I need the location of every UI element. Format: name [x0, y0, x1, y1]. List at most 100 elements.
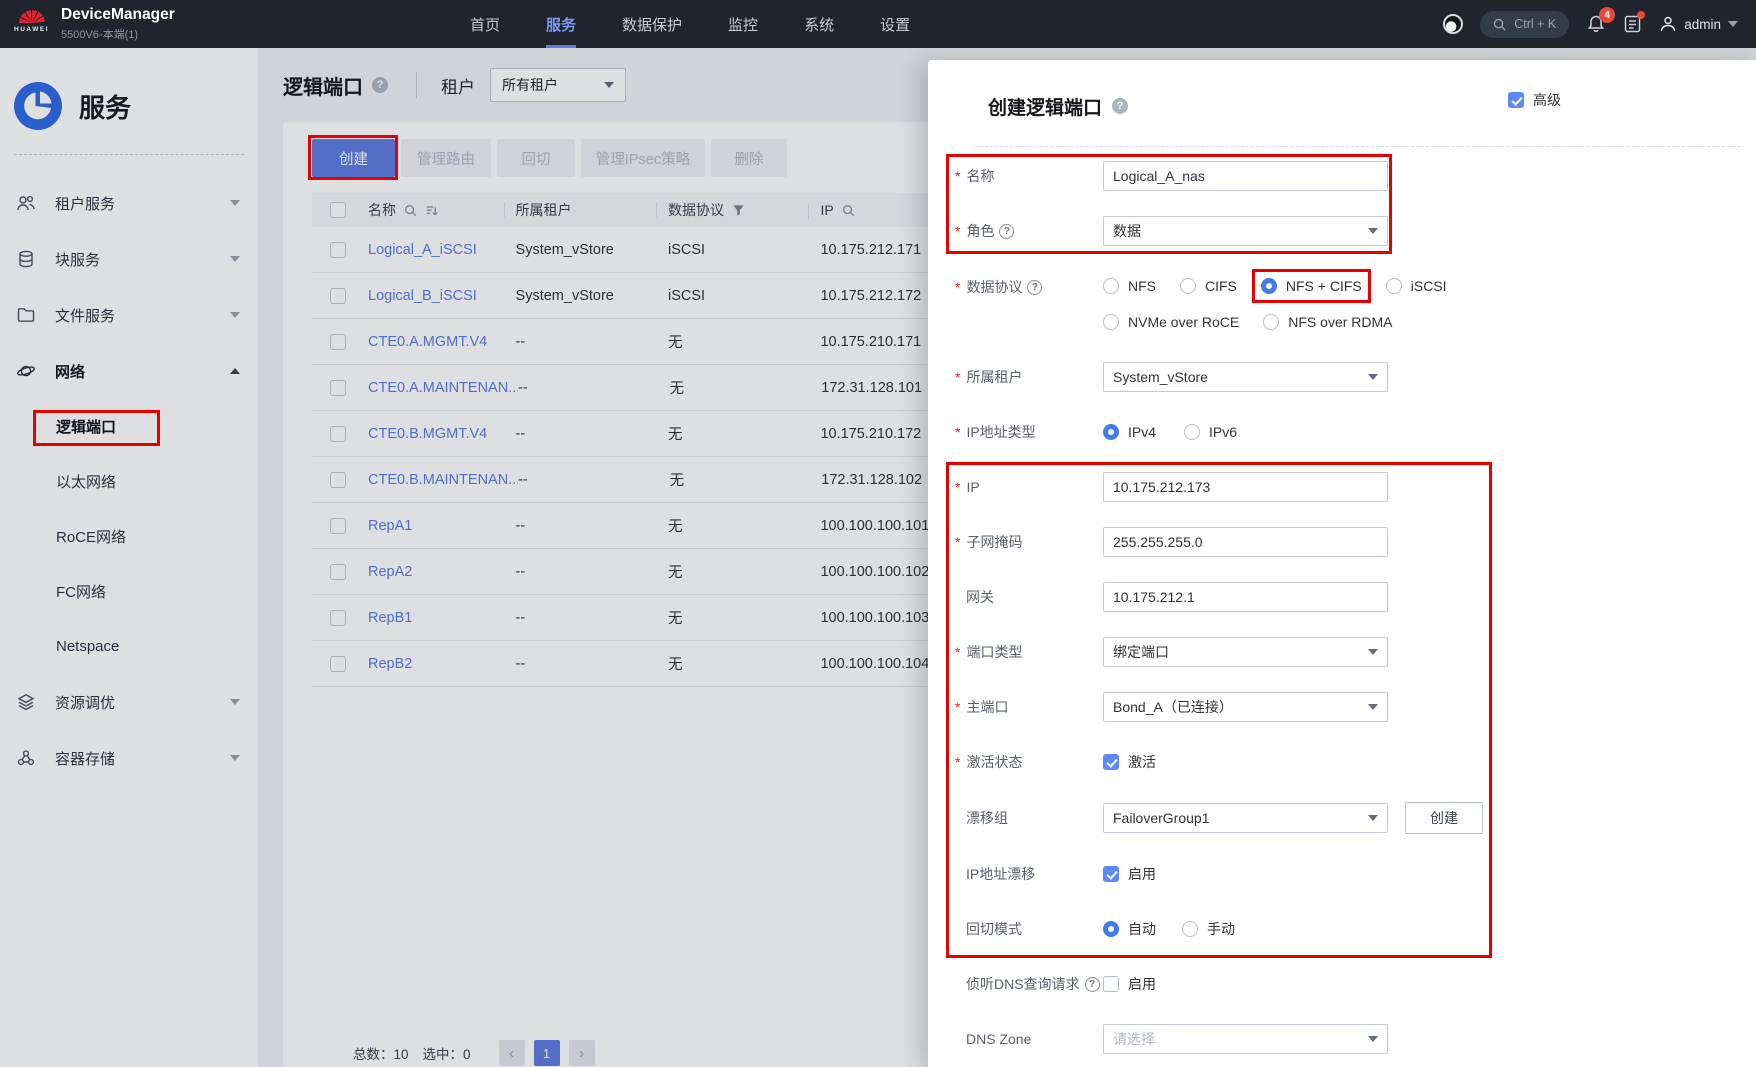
ip-failover-label: IP地址漂移	[966, 866, 1036, 882]
protocol-label: 数据协议	[966, 279, 1023, 295]
failover-group-label: 漂移组	[966, 810, 1008, 826]
home-port-select[interactable]: Bond_A（已连接）	[1103, 692, 1388, 722]
advanced-label: 高级	[1533, 92, 1561, 108]
field-ip: * IP	[955, 472, 1756, 502]
subnet-mask-label: 子网掩码	[966, 534, 1023, 550]
tenant-label: 所属租户	[966, 369, 1023, 385]
help-icon[interactable]: ?	[1027, 279, 1043, 295]
nav-data-protection[interactable]: 数据保护	[622, 0, 682, 48]
failback-radio-manual[interactable]: 手动	[1182, 919, 1235, 939]
app-title: DeviceManager	[61, 6, 175, 23]
nav-system[interactable]: 系统	[804, 0, 834, 48]
help-icon[interactable]: ?	[1084, 976, 1100, 992]
search-icon	[1493, 18, 1506, 31]
role-select[interactable]: 数据	[1103, 216, 1388, 246]
field-port-type: * 端口类型 绑定端口	[955, 637, 1756, 667]
dns-listen-option: 启用	[1103, 974, 1156, 994]
name-label: 名称	[966, 168, 995, 184]
gateway-input[interactable]	[1103, 582, 1388, 612]
chevron-down-icon	[1368, 374, 1378, 380]
create-logical-port-drawer: 创建逻辑端口 ? 高级 *名称 *角色? 数据 *数据协议?	[928, 60, 1756, 1067]
home-port-label: 主端口	[966, 699, 1009, 715]
failback-radio-auto[interactable]: 自动	[1103, 919, 1156, 939]
nav-services[interactable]: 服务	[546, 0, 577, 48]
device-manager-page: HUAWEI DeviceManager 5500V6-本端(1) 首页 服务 …	[0, 0, 1756, 1067]
search-shortcut: Ctrl + K	[1514, 17, 1557, 31]
field-failover-group: 漂移组 FailoverGroup1 创建	[955, 802, 1756, 834]
ip-label: IP	[966, 479, 980, 495]
nav-monitor[interactable]: 监控	[728, 0, 758, 48]
alarm-badge: 4	[1599, 7, 1616, 23]
create-failover-group-button[interactable]: 创建	[1405, 802, 1483, 834]
field-protocol: * 数据协议? NFS CIFS NFS + CIFS iSCSI NVMe ov…	[955, 269, 1447, 330]
huawei-logo-icon: HUAWEI	[14, 10, 49, 33]
ip-failover-checkbox[interactable]	[1103, 866, 1119, 882]
field-active-state: * 激活状态 激活	[955, 752, 1156, 772]
drawer-title: 创建逻辑端口 ?	[988, 93, 1129, 120]
port-type-label: 端口类型	[966, 644, 1023, 660]
chevron-down-icon	[1368, 1036, 1378, 1042]
active-state-option: 激活	[1103, 752, 1156, 772]
role-label: 角色	[966, 223, 995, 239]
advanced-checkbox[interactable]	[1508, 92, 1524, 108]
dns-zone-label: DNS Zone	[966, 1031, 1032, 1047]
ip-type-radio-ipv6[interactable]: IPv6	[1184, 424, 1237, 440]
dns-listen-checkbox[interactable]	[1103, 976, 1119, 992]
name-input[interactable]	[1103, 161, 1388, 191]
gateway-label: 网关	[966, 589, 994, 605]
top-nav: 首页 服务 数据保护 监控 系统 设置	[470, 0, 910, 48]
dns-listen-label: 侦听DNS查询请求	[966, 976, 1080, 992]
user-menu[interactable]: admin	[1659, 15, 1738, 33]
failover-group-select[interactable]: FailoverGroup1	[1103, 803, 1388, 833]
protocol-radio-nvme-roce[interactable]: NVMe over RoCE	[1103, 314, 1239, 330]
nav-home[interactable]: 首页	[470, 0, 500, 48]
user-name: admin	[1684, 16, 1721, 32]
field-dns-listen: 侦听DNS查询请求? 启用	[955, 969, 1756, 999]
huawei-logo-text: HUAWEI	[14, 26, 49, 33]
port-type-select[interactable]: 绑定端口	[1103, 637, 1388, 667]
failback-mode-label: 回切模式	[966, 921, 1022, 937]
help-icon[interactable]: ?	[999, 223, 1015, 239]
capacity-gauge-icon[interactable]	[1443, 14, 1464, 34]
protocol-radio-iscsi[interactable]: iSCSI	[1385, 278, 1447, 294]
chevron-down-icon	[1368, 649, 1378, 655]
help-icon[interactable]: ?	[1112, 98, 1129, 114]
active-checkbox[interactable]	[1103, 754, 1119, 770]
protocol-radio-cifs[interactable]: CIFS	[1180, 278, 1237, 294]
field-name: * 名称	[955, 161, 1756, 191]
topbar: HUAWEI DeviceManager 5500V6-本端(1) 首页 服务 …	[0, 0, 1756, 48]
chevron-down-icon	[1368, 704, 1378, 710]
field-failback-mode: 回切模式 自动 手动	[955, 914, 1756, 944]
global-search[interactable]: Ctrl + K	[1480, 10, 1570, 38]
protocol-radio-nfs[interactable]: NFS	[1103, 278, 1156, 294]
alarms-button[interactable]: 4	[1586, 7, 1616, 34]
task-alert-dot	[1637, 11, 1646, 19]
field-subnet-mask: * 子网掩码	[955, 527, 1756, 557]
protocol-radio-nfs-cifs[interactable]: NFS + CIFS	[1251, 269, 1371, 303]
user-icon	[1660, 16, 1676, 32]
brand: HUAWEI DeviceManager 5500V6-本端(1)	[0, 6, 175, 42]
chevron-down-icon	[1368, 228, 1378, 234]
field-ip-type: * IP地址类型 IPv4 IPv6	[955, 424, 1238, 440]
field-gateway: 网关	[955, 582, 1756, 612]
protocol-radio-nfs-rdma[interactable]: NFS over RDMA	[1263, 314, 1393, 330]
chevron-down-icon	[1728, 21, 1738, 27]
tenant-select[interactable]: System_vStore	[1103, 362, 1388, 392]
field-tenant: * 所属租户 System_vStore	[955, 362, 1756, 392]
nav-settings[interactable]: 设置	[880, 0, 910, 48]
tasks-button[interactable]	[1623, 11, 1646, 34]
field-role: * 角色? 数据	[955, 216, 1756, 246]
dns-zone-select[interactable]: 请选择	[1103, 1024, 1388, 1054]
subnet-mask-input[interactable]	[1103, 527, 1388, 557]
ip-type-label: IP地址类型	[966, 424, 1036, 440]
ip-type-radio-ipv4[interactable]: IPv4	[1103, 424, 1156, 440]
field-dns-zone: DNS Zone 请选择	[955, 1024, 1756, 1054]
chevron-down-icon	[1368, 815, 1378, 821]
field-ip-failover: IP地址漂移 启用	[955, 859, 1756, 889]
field-home-port: * 主端口 Bond_A（已连接）	[955, 692, 1756, 722]
active-state-label: 激活状态	[966, 754, 1023, 770]
advanced-toggle[interactable]: 高级	[1508, 90, 1561, 110]
ip-input[interactable]	[1103, 472, 1388, 502]
ip-failover-option: 启用	[1103, 864, 1156, 884]
device-name: 5500V6-本端(1)	[61, 29, 139, 41]
